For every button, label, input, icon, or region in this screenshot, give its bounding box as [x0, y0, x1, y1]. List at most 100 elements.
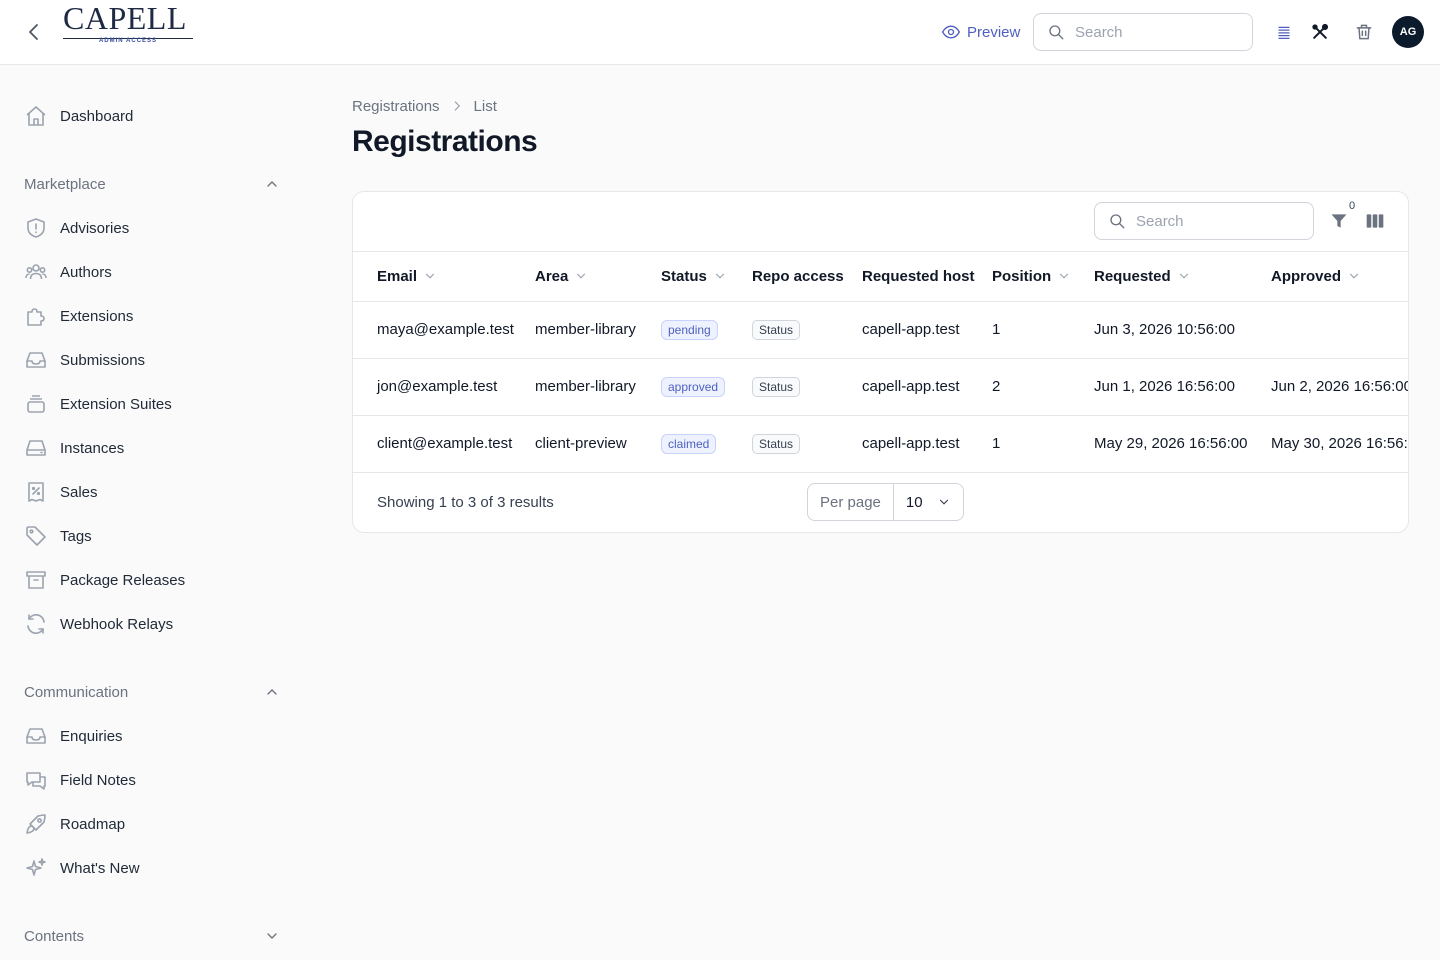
table-search-input[interactable]	[1136, 212, 1286, 230]
tools-icon[interactable]	[1308, 20, 1332, 44]
sidebar-item-roadmap[interactable]: Roadmap	[24, 806, 284, 842]
sidebar-item-label: Tags	[60, 527, 92, 545]
chevron-down-icon	[264, 928, 280, 944]
group-label: Marketplace	[24, 175, 106, 193]
cell-position: 2	[992, 358, 1094, 416]
col-repo-access: Repo access	[752, 252, 862, 302]
sidebar-item-extension-suites[interactable]: Extension Suites	[24, 386, 284, 422]
cell-repo-access: Status	[752, 415, 862, 473]
sidebar-item-field-notes[interactable]: Field Notes	[24, 762, 284, 798]
col-status[interactable]: Status	[661, 252, 752, 302]
col-requested-host: Requested host	[862, 252, 992, 302]
cell-area: member-library	[535, 358, 661, 416]
table-search[interactable]	[1094, 202, 1314, 240]
table-row[interactable]: jon@example.test member-library approved…	[353, 358, 1408, 416]
top-bar: CAPELL ADMIN ACCESS Preview AG	[0, 0, 1440, 65]
trash-icon[interactable]	[1352, 20, 1376, 44]
receipt-percent-icon	[24, 480, 48, 504]
column-label: Requested	[1094, 267, 1171, 285]
filter-icon[interactable]	[1327, 209, 1351, 233]
inbox-icon	[24, 724, 48, 748]
chevron-up-icon	[264, 176, 280, 192]
columns-icon[interactable]	[1363, 209, 1387, 233]
col-approved[interactable]: Approved	[1271, 252, 1408, 302]
chevron-down-icon	[1177, 269, 1191, 283]
cell-requested: Jun 3, 2026 10:56:00	[1094, 301, 1271, 359]
refresh-icon	[24, 612, 48, 636]
back-arrow-icon[interactable]	[22, 20, 46, 44]
preview-link[interactable]: Preview	[941, 22, 1020, 42]
repo-access-badge: Status	[752, 376, 801, 397]
sidebar-item-dashboard[interactable]: Dashboard	[24, 98, 284, 134]
col-requested[interactable]: Requested	[1094, 252, 1271, 302]
cell-position: 1	[992, 415, 1094, 473]
cell-host: capell-app.test	[862, 415, 992, 473]
stack-icon	[24, 392, 48, 416]
sidebar-item-label: What's New	[60, 859, 140, 877]
global-search-input[interactable]	[1075, 23, 1225, 41]
sidebar-item-label: Extension Suites	[60, 395, 172, 413]
table-header-row: Email Area Status Repo access Requested …	[353, 252, 1408, 302]
search-icon	[1108, 212, 1126, 230]
cell-requested: Jun 1, 2026 16:56:00	[1094, 358, 1271, 416]
sidebar-item-enquiries[interactable]: Enquiries	[24, 718, 284, 754]
col-area[interactable]: Area	[535, 252, 661, 302]
capell-logo[interactable]: CAPELL ADMIN ACCESS	[63, 2, 193, 44]
group-marketplace-toggle[interactable]: Marketplace	[24, 172, 280, 196]
sidebar-item-package-releases[interactable]: Package Releases	[24, 562, 284, 598]
table-row[interactable]: maya@example.test member-library pending…	[353, 301, 1408, 359]
inbox-icon	[24, 348, 48, 372]
cell-area: client-preview	[535, 415, 661, 473]
sparkles-icon	[24, 856, 48, 880]
column-label: Area	[535, 267, 569, 285]
group-contents-toggle[interactable]: Contents	[24, 924, 280, 948]
page-title: Registrations	[352, 125, 538, 158]
chevron-down-icon	[1057, 269, 1071, 283]
sidebar-item-whats-new[interactable]: What's New	[24, 850, 284, 886]
group-label: Communication	[24, 683, 129, 701]
column-label: Requested host	[862, 267, 975, 285]
sidebar-item-sales[interactable]: Sales	[24, 474, 284, 510]
cell-approved	[1271, 301, 1408, 359]
status-badge: approved	[661, 376, 726, 397]
sidebar-item-label: Sales	[60, 483, 98, 501]
sidebar-item-tags[interactable]: Tags	[24, 518, 284, 554]
cell-repo-access: Status	[752, 301, 862, 359]
global-search[interactable]	[1033, 13, 1253, 51]
chevron-down-icon	[1347, 269, 1361, 283]
eye-icon	[941, 22, 961, 42]
puzzle-icon	[24, 304, 48, 328]
cell-status: pending	[661, 301, 752, 359]
table-row[interactable]: client@example.test client-preview claim…	[353, 415, 1408, 473]
user-avatar[interactable]: AG	[1392, 16, 1424, 48]
repo-access-badge: Status	[752, 433, 801, 454]
group-communication-toggle[interactable]: Communication	[24, 680, 280, 704]
status-badge: claimed	[661, 433, 717, 454]
chevron-down-icon	[713, 269, 727, 283]
per-page-select[interactable]: 10	[894, 484, 963, 520]
registrations-table-card: 0 Email Area Status Repo access Requeste…	[352, 191, 1409, 533]
archive-box-icon	[24, 568, 48, 592]
filter-count-badge: 0	[1349, 200, 1356, 212]
chevron-up-icon	[264, 684, 280, 700]
logo-word: CAPELL	[63, 0, 187, 36]
sidebar-item-instances[interactable]: Instances	[24, 430, 284, 466]
cell-area: member-library	[535, 301, 661, 359]
col-position[interactable]: Position	[992, 252, 1094, 302]
cell-repo-access: Status	[752, 358, 862, 416]
breadcrumb-registrations[interactable]: Registrations	[352, 98, 440, 115]
sidebar-item-label: Submissions	[60, 351, 146, 369]
col-email[interactable]: Email	[353, 252, 535, 302]
column-label: Position	[992, 267, 1052, 285]
sidebar-item-advisories[interactable]: Advisories	[24, 210, 284, 246]
sidebar-item-authors[interactable]: Authors	[24, 254, 284, 290]
breadcrumb-list: List	[473, 97, 497, 115]
per-page-value: 10	[905, 493, 923, 511]
group-label: Contents	[24, 927, 85, 945]
search-icon	[1047, 23, 1065, 41]
sidebar-item-webhook-relays[interactable]: Webhook Relays	[24, 606, 284, 642]
sidebar-item-extensions[interactable]: Extensions	[24, 298, 284, 334]
list-lines-icon[interactable]	[1272, 20, 1296, 44]
sidebar-item-submissions[interactable]: Submissions	[24, 342, 284, 378]
home-icon	[24, 104, 48, 128]
